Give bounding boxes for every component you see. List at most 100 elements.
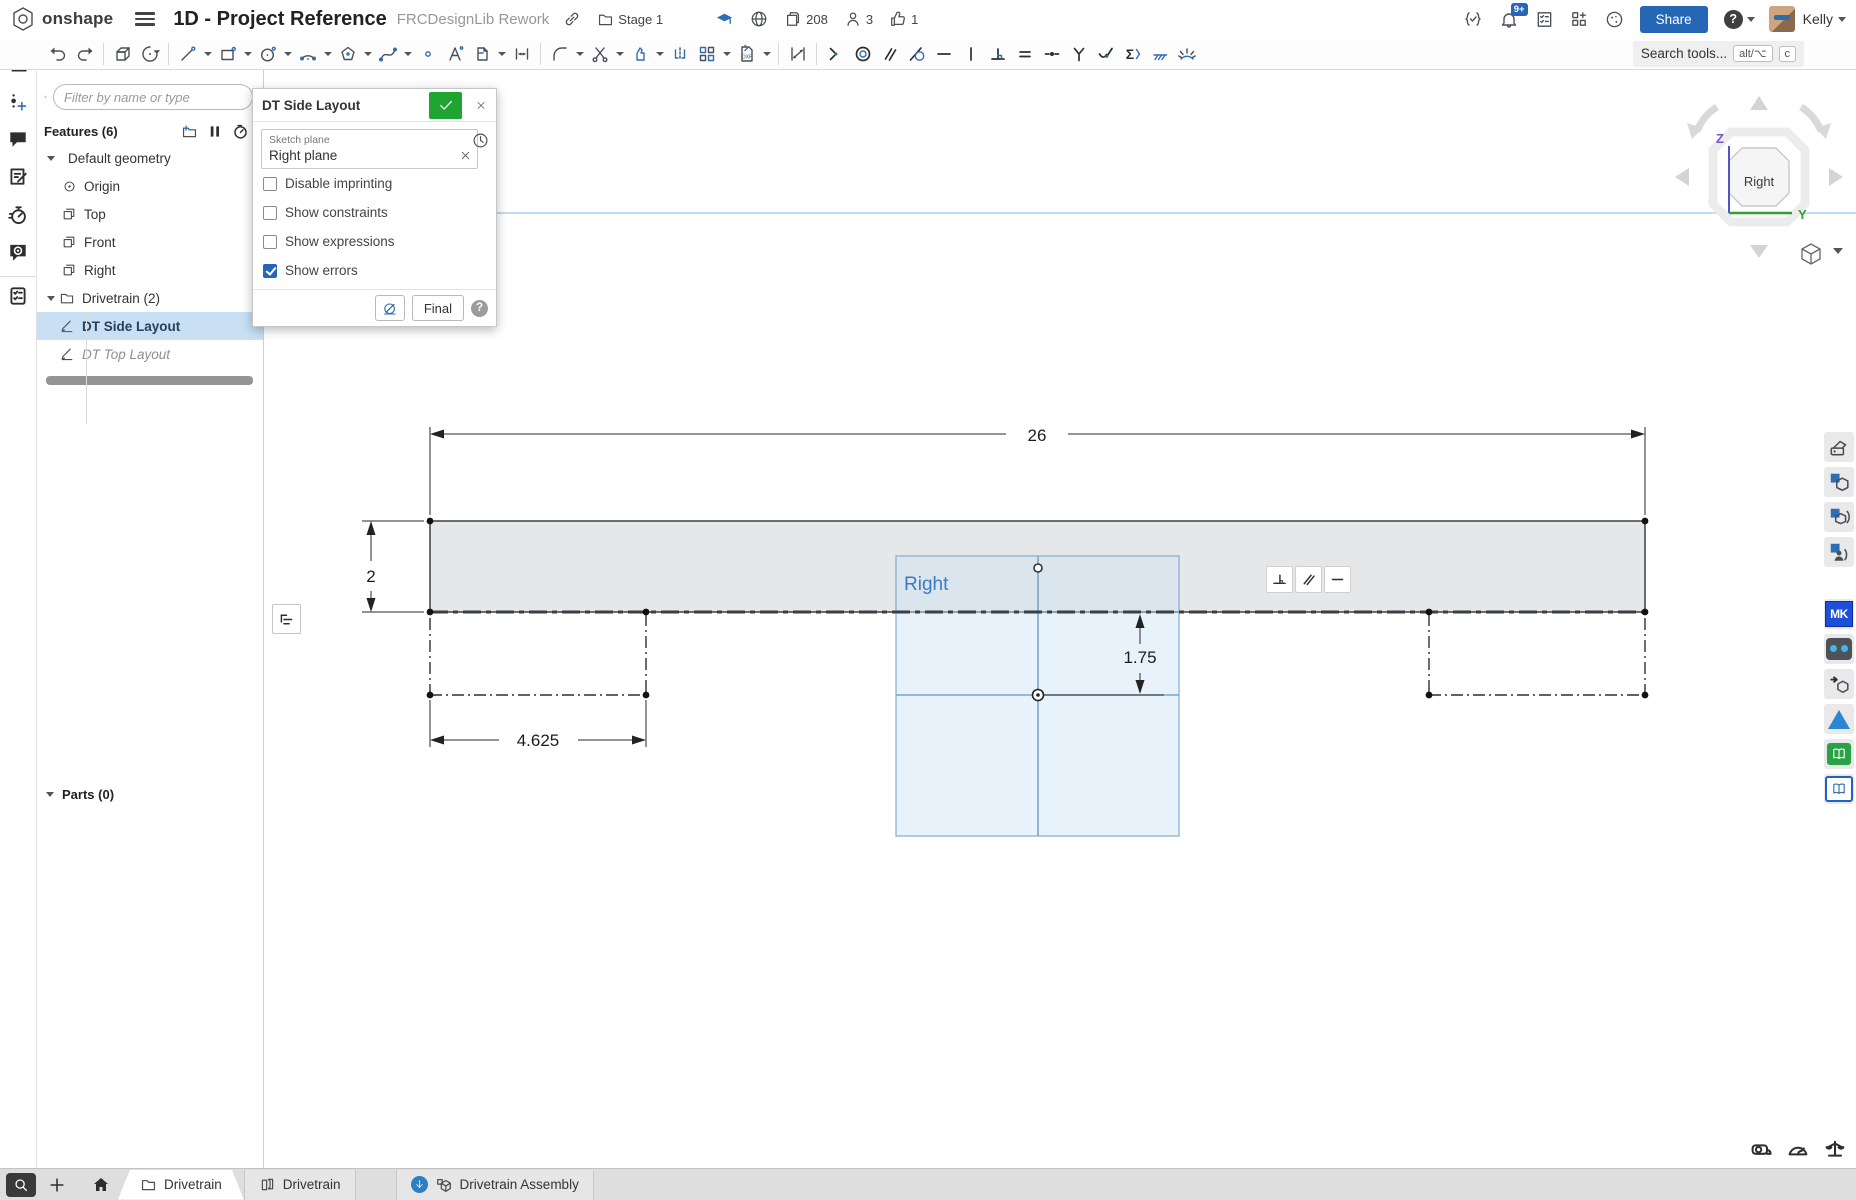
tool-rectangle-icon[interactable] [214,41,241,67]
tool-text-icon[interactable] [441,41,468,67]
dialog-help-icon[interactable]: ? [471,300,488,317]
chevron-down-icon[interactable] [495,41,508,67]
featurescript-cube-brackets-icon[interactable] [1824,502,1854,532]
chevron-down-icon[interactable] [361,41,374,67]
constraint-parallel-icon[interactable] [876,41,903,67]
copies-stat[interactable]: 208 [784,10,828,28]
tool-measure-icon[interactable] [784,41,811,67]
rotate-right-arrow[interactable] [1829,168,1843,186]
filter-input[interactable] [53,84,253,110]
view-cube[interactable]: Right Z Y [1675,96,1843,258]
triangle-library-icon[interactable] [1824,704,1854,734]
suppress-pause-icon[interactable] [208,123,222,140]
checkbox-show-errors[interactable]: Show errors [263,256,488,285]
user-name[interactable]: Kelly [1803,11,1833,27]
plane-label[interactable]: Right [904,574,949,595]
derived-cube-icon[interactable] [1824,669,1854,699]
checkbox-show-constraints[interactable]: Show constraints [263,198,488,227]
tree-item-dt-side-layout[interactable]: DT Side Layout [36,312,263,340]
search-tools-button[interactable]: Search tools... alt/⌥ c [1633,41,1804,67]
checkbox-unchecked[interactable] [263,206,277,220]
capture-thumbnail-button[interactable] [6,1173,36,1197]
sketch-plane-field[interactable]: Sketch plane Right plane [261,129,478,169]
chevron-down-icon[interactable] [613,41,626,67]
constraint-vertical-icon[interactable] [957,41,984,67]
link-icon[interactable] [563,10,581,28]
caret-down-icon[interactable] [44,792,56,797]
cancel-button[interactable] [470,94,492,116]
tool-insert-dxf-icon[interactable]: DXF [733,41,760,67]
constraint-normal-icon[interactable] [1065,41,1092,67]
user-avatar[interactable] [1769,6,1795,32]
constraint-horizontal-icon[interactable] [930,41,957,67]
tree-horizontal-scrollbar[interactable] [46,376,253,385]
tree-item-drivetrain-folder[interactable]: Drivetrain (2) [36,284,263,312]
accept-button[interactable] [429,92,462,119]
tool-use-project-icon[interactable] [468,41,495,67]
mk-library-icon[interactable]: MK [1824,599,1854,629]
followers-stat[interactable]: 3 [844,10,873,28]
parts-section-header[interactable]: Parts (0) [36,781,263,807]
feature-state-clock-icon[interactable] [472,132,489,154]
document-title[interactable]: 1D - Project Reference [173,8,386,31]
constraint-pierce-icon[interactable] [1092,41,1119,67]
performance-icon[interactable] [4,201,32,229]
tool-offset-icon[interactable] [626,41,653,67]
parallel-constraint-button[interactable] [1295,566,1322,593]
panel-flyout-toggle[interactable] [272,604,301,634]
view-mode-button[interactable] [1802,244,1843,264]
robot-library-icon[interactable] [1824,634,1854,664]
tool-trim-icon[interactable] [586,41,613,67]
mass-properties-icon[interactable] [1822,1136,1848,1162]
tree-item-dt-top-layout[interactable]: DT Top Layout [36,340,263,368]
tool-arc-icon[interactable] [294,41,321,67]
checkbox-disable-imprinting[interactable]: Disable imprinting [263,169,488,198]
tool-mirror-icon[interactable] [666,41,693,67]
blue-manual-icon[interactable] [1824,774,1854,804]
checkbox-unchecked[interactable] [263,177,277,191]
chevron-down-icon[interactable] [573,41,586,67]
dim-overall-length-value[interactable]: 26 [1028,426,1047,445]
follow-checklist-icon[interactable] [4,282,32,310]
tab-home-button[interactable] [84,1170,118,1200]
constraint-equal-icon[interactable] [1011,41,1038,67]
tab-drivetrain-assembly[interactable]: Drivetrain Assembly [396,1170,594,1200]
caret-down-icon[interactable] [45,296,57,301]
chevron-down-icon[interactable] [760,41,773,67]
featurescript-person-icon[interactable] [1824,537,1854,567]
filter-funnel-icon[interactable] [44,88,47,106]
checkbox-unchecked[interactable] [263,235,277,249]
tree-item-origin[interactable]: Origin [36,172,263,200]
user-menu-caret-icon[interactable] [1838,17,1846,22]
new-folder-icon[interactable] [181,123,198,140]
dim-drop-offset-value[interactable]: 1.75 [1123,648,1156,667]
dim-hole-spacing-value[interactable]: 4.625 [517,731,560,750]
tree-item-right-plane[interactable]: Right [36,256,263,284]
featurescript-cube-icon[interactable] [1824,467,1854,497]
main-menu-icon[interactable] [135,12,155,26]
tool-line-icon[interactable] [174,41,201,67]
tree-item-top-plane[interactable]: Top [36,200,263,228]
insert-feature-icon[interactable] [4,88,32,116]
tool-polygon-icon[interactable] [334,41,361,67]
tree-item-front-plane[interactable]: Front [36,228,263,256]
constraint-concentric-icon[interactable] [849,41,876,67]
assistant-icon[interactable] [4,238,32,266]
tasks-button[interactable] [1535,10,1554,29]
constraint-fix-icon[interactable] [1146,41,1173,67]
chevron-down-icon[interactable] [201,41,214,67]
new-tab-button[interactable] [42,1170,72,1200]
constraint-midpoint-icon[interactable] [1038,41,1065,67]
tab-drivetrain-folder[interactable]: Drivetrain [118,1170,244,1200]
rotate-up-arrow[interactable] [1750,96,1768,110]
onshape-logo-text[interactable]: onshape [42,9,113,29]
caret-down-icon[interactable] [45,156,57,161]
rollback-clock-icon[interactable] [232,123,249,140]
help-button[interactable]: ? [1724,10,1755,29]
appearance-tool-icon[interactable] [1824,432,1854,462]
horizontal-constraint-button[interactable] [1324,566,1351,593]
public-globe-icon[interactable] [750,10,768,28]
sketch-vertex[interactable] [1034,564,1042,572]
dim-rail-height-value[interactable]: 2 [366,567,375,586]
tab-drivetrain-partstudio[interactable]: Drivetrain [244,1170,356,1200]
